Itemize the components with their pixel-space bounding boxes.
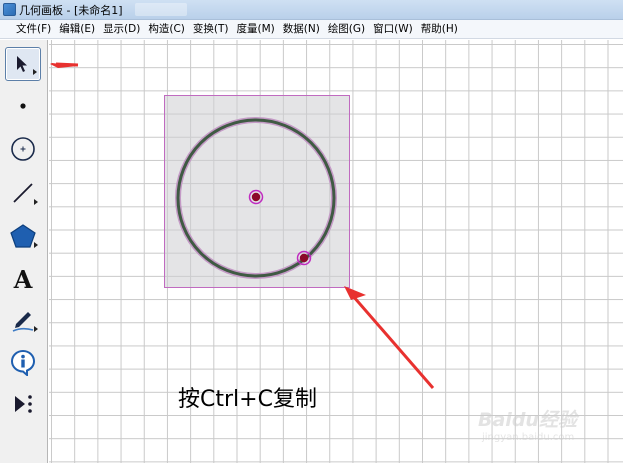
toolbox: A (0, 40, 48, 463)
watermark-sub: jingyan.baidu.com (482, 432, 575, 443)
selection-arrow-tool[interactable] (5, 47, 41, 81)
baidu-watermark: Baidu经验 jingyan.baidu.com (478, 405, 618, 457)
selection-highlight (164, 95, 350, 288)
arrow-icon (17, 56, 27, 72)
information-tool[interactable] (5, 345, 41, 379)
straightedge-tool[interactable] (5, 176, 41, 210)
menu-measure[interactable]: 度量(M) (232, 20, 278, 39)
menu-display[interactable]: 显示(D) (99, 20, 144, 39)
title-bar-ghost (135, 3, 187, 16)
instruction-caption: 按Ctrl+C复制 (178, 387, 317, 412)
point-tool[interactable] (5, 89, 41, 123)
menu-graph[interactable]: 绘图(G) (324, 20, 369, 39)
app-icon (3, 3, 16, 16)
compass-tool[interactable] (5, 132, 41, 166)
menu-transform[interactable]: 变换(T) (189, 20, 233, 39)
menu-edit[interactable]: 编辑(E) (55, 20, 99, 39)
menu-bar: 文件(F) 编辑(E) 显示(D) 构造(C) 变换(T) 度量(M) 数据(N… (0, 20, 623, 39)
title-bar: 几何画板 - [未命名1] (0, 0, 623, 20)
segment-icon (13, 183, 33, 203)
menu-window[interactable]: 窗口(W) (369, 20, 417, 39)
menu-help[interactable]: 帮助(H) (417, 20, 462, 39)
marker-tool[interactable] (5, 303, 41, 337)
point-icon (20, 103, 26, 109)
menu-data[interactable]: 数据(N) (279, 20, 324, 39)
menu-grip (0, 20, 12, 39)
menu-file[interactable]: 文件(F) (12, 20, 55, 39)
tool-submenu-arrow (34, 326, 38, 332)
text-a-icon: A (13, 264, 33, 294)
text-tool[interactable]: A (5, 262, 41, 296)
play-more-icon (15, 395, 32, 413)
watermark-main: Baidu经验 (478, 409, 577, 431)
pentagon-icon (10, 224, 36, 248)
circle-icon (11, 137, 35, 161)
window-title: 几何画板 - [未命名1] (19, 3, 123, 17)
sketch-canvas[interactable] (49, 40, 623, 463)
custom-tool[interactable] (5, 387, 41, 421)
tool-submenu-arrow (33, 69, 37, 75)
pen-icon (12, 312, 34, 332)
tool-submenu-arrow (34, 199, 38, 205)
menu-construct[interactable]: 构造(C) (144, 20, 189, 39)
polygon-tool[interactable] (5, 219, 41, 253)
info-icon (10, 349, 36, 376)
tool-submenu-arrow (34, 242, 38, 248)
